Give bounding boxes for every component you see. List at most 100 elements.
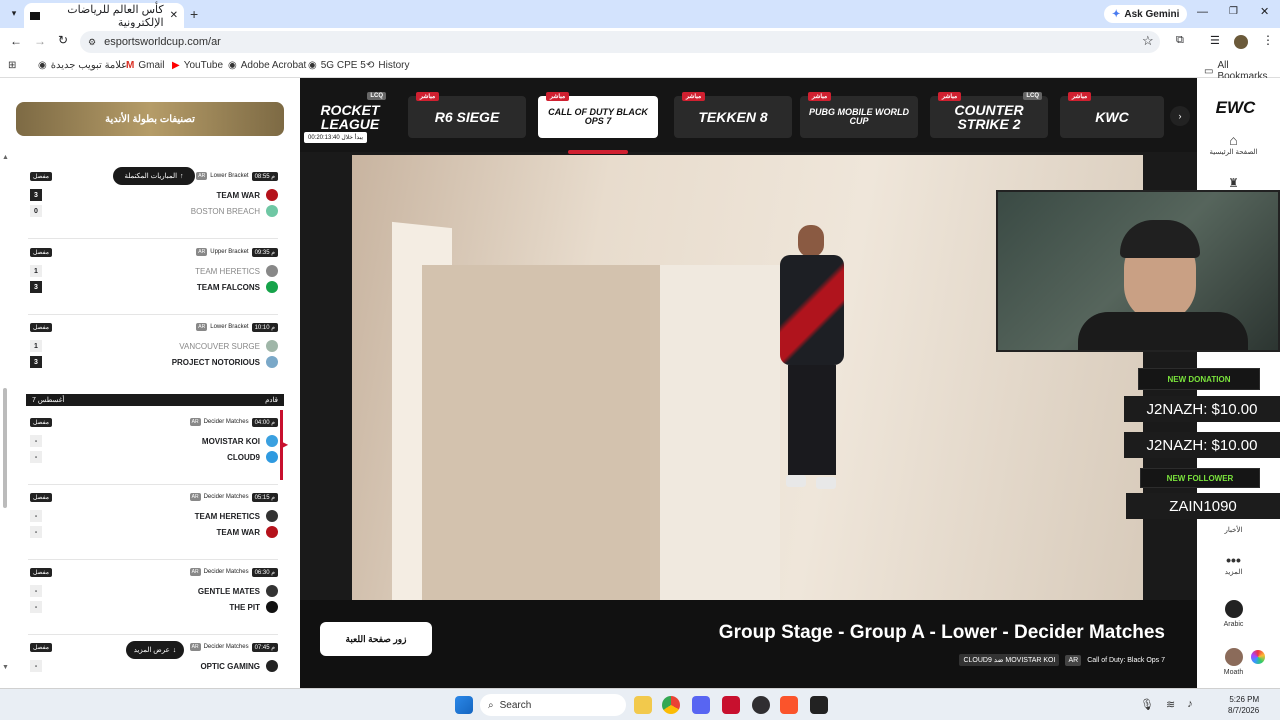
scroll-down-icon[interactable]: ▼	[2, 664, 9, 671]
details-link[interactable]: مفصل	[30, 322, 52, 332]
site-info-icon[interactable]: ⚙	[88, 37, 96, 48]
reading-list-icon[interactable]: ☰	[1210, 34, 1220, 47]
ewc-logo[interactable]: EWC	[1199, 98, 1272, 118]
game-tab[interactable]: CALL OF DUTY BLACK OPS 7 مباشر	[538, 92, 658, 138]
scrollbar-thumb[interactable]	[3, 388, 7, 508]
profile-avatar[interactable]	[1234, 35, 1248, 49]
team-row: 3 PROJECT NOTORIOUS	[30, 355, 278, 369]
forward-icon[interactable]: →	[34, 34, 46, 48]
team-name-label: TEAM WAR	[216, 527, 260, 537]
bookmark-star-icon[interactable]: ☆	[1142, 33, 1154, 49]
team-name-label: VANCOUVER SURGE	[179, 341, 260, 351]
obs-icon[interactable]	[752, 696, 770, 714]
game-tab[interactable]: R6 SIEGE مباشر	[408, 92, 526, 138]
team-score: -	[30, 660, 42, 672]
youtube-icon: ▶	[172, 60, 180, 71]
bookmark-adobe[interactable]: ◉ Adobe Acrobat	[228, 60, 306, 71]
bookmark-gmail[interactable]: M Gmail	[126, 60, 164, 71]
trophy-icon[interactable]: ♜	[1197, 176, 1270, 190]
page-content: تصنيفات بطولة الأندية ▲ ▼ المباريات المك…	[0, 78, 1280, 688]
terminal-icon[interactable]	[810, 696, 828, 714]
minimize-button[interactable]: —	[1197, 6, 1208, 18]
team-logo-icon	[266, 265, 278, 277]
match-card[interactable]: مفصل AR Decider Matches 04:00 م - MOVISTAR KO…	[30, 416, 278, 482]
url-text: esportsworldcup.com/ar	[104, 36, 221, 48]
bookmark-youtube[interactable]: ▶ YouTube	[172, 60, 223, 71]
taskbar-search[interactable]: ⌕ Search	[480, 694, 626, 716]
extensions-icon[interactable]: ⧉	[1176, 34, 1184, 47]
match-stage: AR Decider Matches 05:15 م	[189, 492, 278, 502]
match-card[interactable]: مفصل AR Upper Bracket 09:35 م 1 TEAM HERETICS…	[30, 246, 278, 312]
apps-icon[interactable]: ⊞	[8, 60, 16, 71]
new-tab-button[interactable]: +	[190, 6, 198, 22]
start-button[interactable]	[455, 696, 473, 714]
tab-search-icon[interactable]: ▾	[8, 8, 20, 20]
team-name-label: MOVISTAR KOI	[201, 436, 260, 446]
show-more-button[interactable]: عرض المزيد ↓	[126, 641, 184, 659]
bookmark-5g[interactable]: ◉ 5G CPE 5	[308, 60, 366, 71]
browser-tab[interactable]: كأس العالم للرياضات الإلكترونية ✕	[24, 3, 184, 29]
details-link[interactable]: مفصل	[30, 247, 52, 257]
ask-gemini-button[interactable]: ✦ Ask Gemini	[1104, 5, 1188, 23]
game-tab[interactable]: PUBG MOBILE WORLD CUP مباشر	[800, 92, 918, 138]
team-score: -	[30, 585, 42, 597]
chrome-icon[interactable]	[662, 696, 680, 714]
match-header: مفصل AR Upper Bracket 09:35 م	[30, 246, 278, 258]
scroll-up-icon[interactable]: ▲	[2, 154, 9, 161]
brave-icon[interactable]	[780, 696, 798, 714]
details-link[interactable]: مفصل	[30, 171, 52, 181]
discord-icon[interactable]	[692, 696, 710, 714]
match-card[interactable]: مفصل AR Lower Bracket 08:55 م 3 TEAM WAR 0 BOST…	[30, 170, 278, 236]
details-link[interactable]: مفصل	[30, 492, 52, 502]
team-name: TEAM HERETICS	[195, 265, 278, 277]
details-link[interactable]: مفصل	[30, 417, 52, 427]
bookmark-label: Gmail	[138, 60, 165, 71]
club-rankings-button[interactable]: تصنيفات بطولة الأندية	[16, 102, 284, 136]
team-name: MOVISTAR KOI	[202, 435, 278, 447]
game-tab[interactable]: COUNTER STRIKE 2 مباشر LCQ	[930, 92, 1048, 138]
match-card[interactable]: مفصل AR Decider Matches 06:30 م - GENTLE MATE…	[30, 566, 278, 632]
donation-text: J2NAZH: $10.00	[1146, 400, 1258, 418]
bookmarks-bar: ⊞ ◉ علامة تبويب جديدة M Gmail ▶ YouTube ◉ Ad…	[0, 56, 1280, 82]
globe-icon	[1224, 600, 1243, 618]
bookmark-history[interactable]: ⟲ History	[366, 60, 410, 71]
address-bar[interactable]: ⚙ esportsworldcup.com/ar	[80, 31, 1160, 53]
game-tab[interactable]: KWC مباشر	[1060, 92, 1164, 138]
nav-more[interactable]: ••• المزيد	[1197, 552, 1270, 576]
app-icon[interactable]	[722, 696, 740, 714]
clock[interactable]: 5:26 PM 8/7/2026	[1228, 694, 1259, 716]
bookmark-new-tab[interactable]: ◉ علامة تبويب جديدة	[38, 60, 127, 71]
match-card[interactable]: مفصل AR Lower Bracket 10:10 م 1 VANCOUVER SUR…	[30, 321, 278, 387]
visit-game-page-button[interactable]: زور صفحة اللعبة	[320, 622, 432, 656]
wall-panel	[660, 265, 780, 600]
back-icon[interactable]: ←	[10, 34, 22, 48]
close-window-button[interactable]: ✕	[1260, 5, 1269, 18]
game-tab[interactable]: TEKKEN 8 مباشر	[674, 92, 792, 138]
match-stage: AR Decider Matches 07:45 م	[189, 642, 278, 652]
nav-language[interactable]: Arabic	[1197, 600, 1270, 628]
streamer-body	[1078, 312, 1248, 350]
team-score: -	[30, 451, 42, 463]
search-placeholder: Search	[499, 699, 532, 711]
team-logo-icon	[266, 340, 278, 352]
nav-home[interactable]: ⌂ الصفحة الرئيسية	[1197, 132, 1270, 156]
active-game-indicator	[568, 150, 628, 154]
details-link[interactable]: مفصل	[30, 642, 52, 652]
close-tab-icon[interactable]: ✕	[170, 10, 178, 21]
reload-icon[interactable]: ↻	[58, 33, 68, 47]
folder-icon: ▭	[1204, 65, 1214, 77]
match-header: مفصل AR Lower Bracket 10:10 م	[30, 321, 278, 333]
maximize-button[interactable]: ❐	[1229, 6, 1238, 17]
details-link[interactable]: مفصل	[30, 567, 52, 577]
nav-news-label[interactable]: الأخبار	[1197, 526, 1270, 534]
file-explorer-icon[interactable]	[634, 696, 652, 714]
system-tray[interactable]: 🎙 ≋ ♪	[1140, 698, 1193, 711]
carousel-next-button[interactable]: ›	[1170, 106, 1190, 126]
ar-badge: AR	[189, 418, 201, 426]
match-stage: AR Upper Bracket 09:35 م	[196, 247, 278, 257]
menu-icon[interactable]: ⋮	[1262, 33, 1274, 47]
match-card[interactable]: مفصل AR Decider Matches 05:15 م - TEAM HERETI…	[30, 491, 278, 557]
team-logo-icon	[266, 189, 278, 201]
globe-icon: ◉	[228, 60, 237, 71]
bookmark-label: علامة تبويب جديدة	[50, 60, 128, 71]
